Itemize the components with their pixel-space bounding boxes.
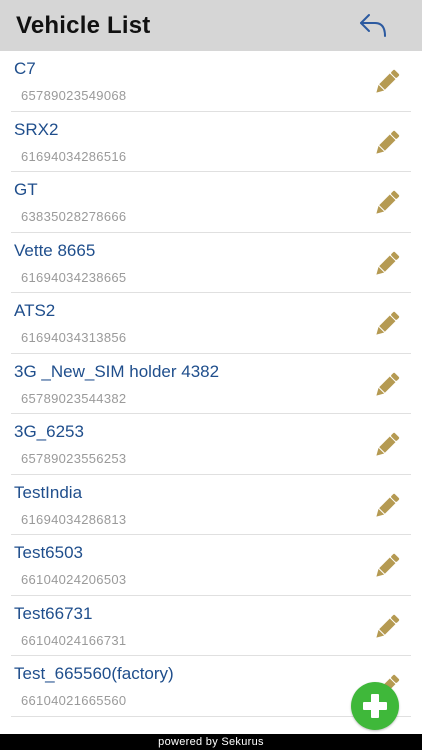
vehicle-id: 66104024166731 bbox=[21, 632, 127, 648]
vehicle-id: 65789023544382 bbox=[21, 390, 127, 406]
vehicle-id: 61694034313856 bbox=[21, 330, 127, 345]
list-item[interactable]: 3G_6253 65789023556253 bbox=[11, 414, 411, 475]
vehicle-name: Test6503 bbox=[14, 543, 83, 562]
list-item[interactable]: C7 65789023549068 bbox=[11, 51, 411, 112]
vehicle-name: Test_665560(factory) bbox=[14, 664, 174, 683]
list-item[interactable]: Vette 8665 61694034238665 bbox=[11, 233, 411, 293]
list-item[interactable]: Test66731 66104024166731 bbox=[11, 596, 411, 656]
back-button[interactable] bbox=[356, 9, 390, 43]
pencil-icon bbox=[376, 493, 400, 517]
footer: powered by Sekurus bbox=[0, 734, 422, 750]
edit-button[interactable] bbox=[371, 550, 403, 582]
vehicle-name: C7 bbox=[14, 59, 36, 78]
header-bar: Vehicle List bbox=[0, 0, 422, 51]
edit-button[interactable] bbox=[371, 490, 403, 522]
list-item[interactable]: ATS2 61694034313856 bbox=[11, 293, 411, 354]
vehicle-id: 66104021665560 bbox=[21, 693, 127, 708]
vehicle-id: 63835028278666 bbox=[21, 209, 127, 224]
vehicle-name: ATS2 bbox=[14, 301, 56, 320]
edit-button[interactable] bbox=[371, 308, 403, 340]
edit-button[interactable] bbox=[371, 369, 403, 401]
vehicle-id: 61694034286813 bbox=[21, 511, 127, 527]
pencil-icon bbox=[376, 311, 400, 335]
vehicle-name: GT bbox=[14, 180, 38, 199]
pencil-icon bbox=[376, 432, 400, 456]
edit-button[interactable] bbox=[371, 127, 403, 159]
edit-button[interactable] bbox=[371, 429, 403, 461]
pencil-icon bbox=[376, 614, 400, 638]
edit-button[interactable] bbox=[371, 611, 403, 643]
pencil-icon bbox=[376, 251, 400, 275]
list-item[interactable]: Test6503 66104024206503 bbox=[11, 535, 411, 596]
pencil-icon bbox=[376, 372, 400, 396]
vehicle-name: TestIndia bbox=[14, 482, 83, 502]
list-item[interactable]: 3G _New_SIM holder 4382 65789023544382 bbox=[11, 354, 411, 414]
vehicle-list: C7 65789023549068 SRX2 61694034286516 GT 6383… bbox=[0, 51, 422, 717]
list-item[interactable]: GT 63835028278666 bbox=[11, 172, 411, 233]
vehicle-name: 3G_6253 bbox=[14, 422, 84, 441]
vehicle-name: 3G _New_SIM holder 4382 bbox=[14, 361, 220, 381]
pencil-icon bbox=[376, 553, 400, 577]
page-title: Vehicle List bbox=[16, 11, 151, 39]
pencil-icon bbox=[376, 190, 400, 214]
back-arrow-icon bbox=[360, 13, 386, 37]
edit-button[interactable] bbox=[371, 66, 403, 98]
vehicle-id: 66104024206503 bbox=[21, 572, 127, 587]
plus-icon bbox=[363, 694, 387, 718]
vehicle-id: 65789023549068 bbox=[21, 88, 127, 103]
vehicle-id: 65789023556253 bbox=[21, 451, 127, 466]
vehicle-name: Vette 8665 bbox=[14, 240, 96, 260]
vehicle-name: SRX2 bbox=[14, 119, 59, 139]
vehicle-name: Test66731 bbox=[14, 603, 93, 623]
vehicle-id: 61694034286516 bbox=[21, 148, 127, 164]
vehicle-id: 61694034238665 bbox=[21, 269, 127, 285]
add-vehicle-button[interactable] bbox=[351, 682, 399, 730]
pencil-icon bbox=[376, 130, 400, 154]
edit-button[interactable] bbox=[371, 187, 403, 219]
pencil-icon bbox=[376, 69, 400, 93]
list-item[interactable]: TestIndia 61694034286813 bbox=[11, 475, 411, 535]
edit-button[interactable] bbox=[371, 248, 403, 280]
list-item[interactable]: SRX2 61694034286516 bbox=[11, 112, 411, 172]
